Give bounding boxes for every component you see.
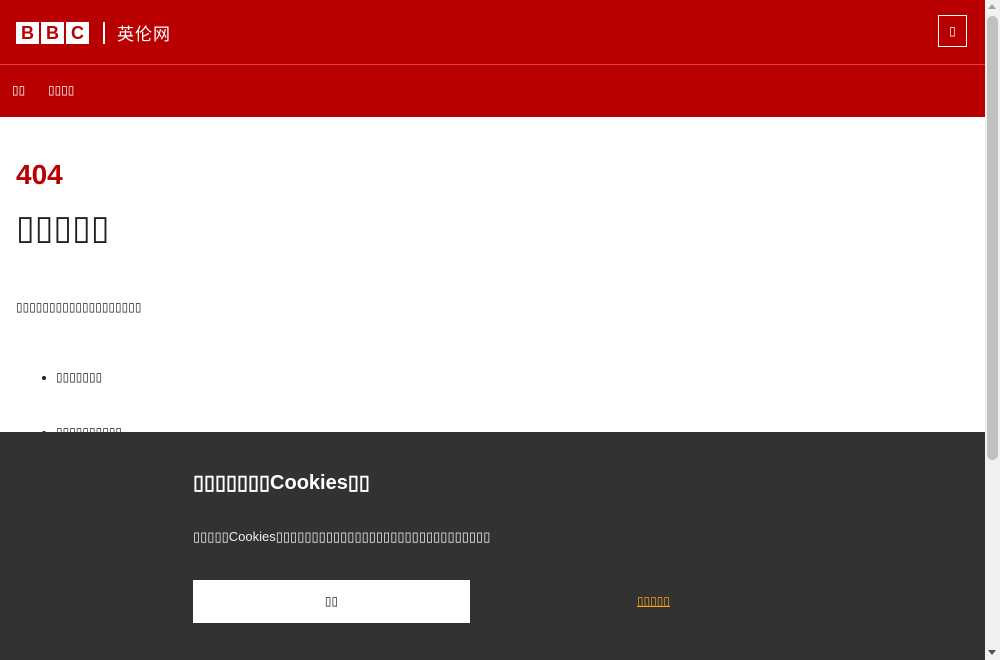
- logo-letter-b2: B: [41, 21, 64, 44]
- site-name: 英伦网: [117, 25, 171, 45]
- nav-item-2[interactable]: ▯▯▯▯: [48, 83, 74, 97]
- scrollbar-thumb[interactable]: [987, 16, 998, 460]
- cookie-banner: ▯▯▯▯▯▯▯Cookies▯▯ ▯▯▯▯▯Cookies▯▯▯▯▯▯▯▯▯▯▯…: [0, 432, 985, 660]
- cookie-text: ▯▯▯▯▯Cookies▯▯▯▯▯▯▯▯▯▯▯▯▯▯▯▯▯▯▯▯▯▯▯▯▯▯▯▯…: [193, 529, 491, 544]
- menu-button[interactable]: ▯: [938, 15, 967, 47]
- error-content: 404 ▯▯▯▯▯ ▯▯▯▯▯▯▯▯▯▯▯▯▯▯▯▯▯▯▯ ▯▯▯▯▯▯▯ ▯▯…: [16, 158, 916, 439]
- logo-divider: [103, 21, 105, 44]
- page: B B C 英伦网 ▯ ▯▯ ▯▯▯▯ 404 ▯▯▯▯▯ ▯▯▯▯▯▯▯▯▯▯…: [0, 0, 985, 660]
- logo-letter-b1: B: [16, 21, 39, 44]
- cookie-text-keyword: Cookies: [228, 529, 276, 544]
- header-bar: B B C 英伦网 ▯: [0, 0, 985, 65]
- scroll-up-arrow-icon[interactable]: [988, 4, 996, 9]
- nav-bar: ▯▯ ▯▯▯▯: [0, 65, 985, 117]
- error-description: ▯▯▯▯▯▯▯▯▯▯▯▯▯▯▯▯▯▯▯: [16, 300, 142, 314]
- suggestion-link-1[interactable]: ▯▯▯▯▯▯▯: [56, 370, 122, 425]
- nav-item-1[interactable]: ▯▯: [12, 83, 25, 97]
- logo-letter-c: C: [66, 21, 89, 44]
- cookie-accept-button[interactable]: ▯▯: [193, 580, 470, 623]
- cookie-title: ▯▯▯▯▯▯▯Cookies▯▯: [193, 472, 370, 494]
- cookie-settings-link[interactable]: ▯▯▯▯▯: [637, 594, 670, 608]
- error-code: 404: [16, 159, 63, 190]
- scroll-down-arrow-icon[interactable]: [988, 650, 996, 655]
- cookie-title-keyword: Cookies: [270, 472, 348, 494]
- error-title: ▯▯▯▯▯: [16, 208, 110, 248]
- vertical-scrollbar[interactable]: [985, 0, 1000, 660]
- menu-icon: ▯: [949, 24, 956, 38]
- bbc-logo-link[interactable]: B B C 英伦网: [16, 20, 171, 45]
